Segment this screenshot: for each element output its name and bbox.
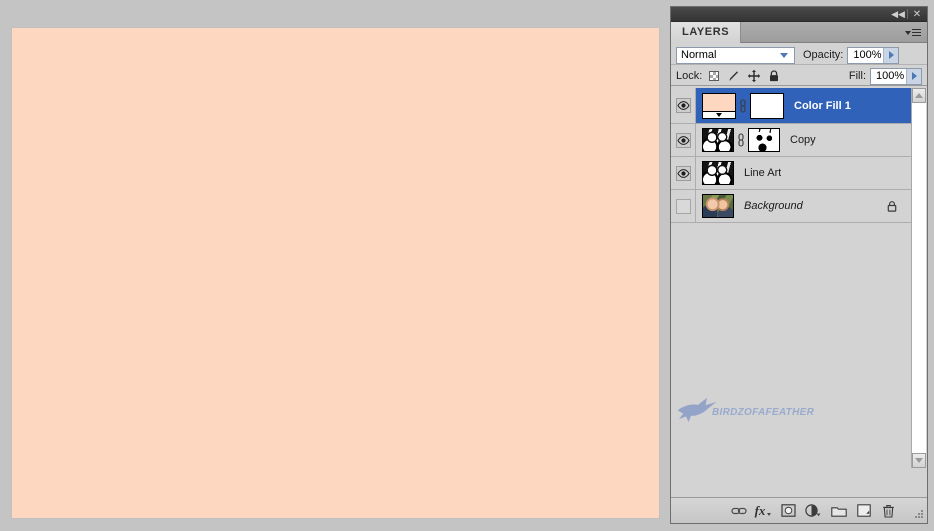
- blend-mode-value: Normal: [681, 48, 717, 61]
- panel-titlebar: ◀◀ ✕: [671, 7, 927, 22]
- layer-thumbnail-image[interactable]: [702, 194, 734, 218]
- folder-icon: [830, 506, 847, 517]
- new-group-button[interactable]: [826, 500, 851, 522]
- new-layer-button[interactable]: [851, 500, 876, 522]
- tab-layers[interactable]: LAYERS: [671, 22, 742, 43]
- close-icon[interactable]: ✕: [910, 8, 924, 21]
- new-adjustment-layer-button[interactable]: [801, 500, 826, 522]
- layer-list[interactable]: Color Fill 1 Copy Line Art Background BI…: [671, 88, 912, 468]
- layer-visibility-toggle[interactable]: [671, 190, 696, 222]
- collapse-to-icons-button[interactable]: ◀◀: [891, 8, 905, 21]
- half-circle-icon: [805, 504, 821, 517]
- opacity-input[interactable]: 100%: [847, 46, 900, 64]
- layer-thumbnails: [696, 92, 784, 119]
- layer-name: Copy: [790, 134, 816, 146]
- resize-grip[interactable]: [914, 510, 924, 520]
- scroll-up-arrow-icon[interactable]: [912, 88, 926, 103]
- opacity-label: Opacity:: [803, 49, 844, 61]
- layers-panel: ◀◀ ✕ LAYERS Normal Opacity: 100% Lock: F…: [670, 6, 928, 524]
- opacity-slider-arrow-icon[interactable]: [883, 47, 899, 63]
- layer-mask-thumbnail[interactable]: [748, 128, 780, 152]
- table-row[interactable]: Color Fill 1: [671, 88, 912, 124]
- eye-icon: [675, 132, 691, 148]
- lock-image-pixels-icon[interactable]: [725, 68, 742, 84]
- layer-visibility-toggle[interactable]: [671, 157, 696, 189]
- eye-icon-off: [675, 198, 691, 214]
- trash-icon: [883, 504, 894, 518]
- document-canvas[interactable]: [12, 28, 659, 518]
- watermark-text: BIRDZOFAFEATHER: [712, 406, 815, 418]
- add-layer-mask-button[interactable]: [776, 500, 801, 522]
- delete-layer-button[interactable]: [876, 500, 901, 522]
- bird-logo-icon: [673, 394, 723, 431]
- panel-tab-strip: LAYERS: [671, 22, 927, 43]
- new-layer-icon: [856, 504, 871, 517]
- fill-label: Fill:: [848, 70, 866, 82]
- layer-list-scrollbar[interactable]: [911, 88, 926, 468]
- application-root: ◀◀ ✕ LAYERS Normal Opacity: 100% Lock: F…: [0, 0, 934, 531]
- lock-position-icon[interactable]: [745, 68, 762, 84]
- panel-menu-icon[interactable]: [905, 26, 923, 39]
- layer-visibility-toggle[interactable]: [671, 88, 696, 123]
- table-row[interactable]: Copy: [671, 124, 912, 157]
- eye-icon: [675, 98, 691, 113]
- blend-mode-row: Normal Opacity: 100%: [671, 43, 927, 65]
- add-layer-style-button[interactable]: fx: [751, 500, 776, 522]
- scroll-down-arrow-icon[interactable]: [912, 453, 926, 468]
- fill-slider-arrow-icon[interactable]: [906, 68, 921, 84]
- lock-label: Lock:: [676, 70, 703, 82]
- layer-name: Background: [744, 200, 803, 212]
- fill-input[interactable]: 100%: [870, 67, 922, 85]
- watermark: BIRDZOFAFEATHER: [677, 396, 814, 428]
- hamburger-icon: [912, 28, 921, 37]
- fill-group: Fill: 100%: [841, 67, 922, 85]
- layer-name: Line Art: [744, 167, 782, 179]
- fill-value: 100%: [876, 70, 905, 82]
- link-mask-icon[interactable]: [736, 93, 750, 119]
- layer-name: Color Fill 1: [794, 99, 851, 112]
- lock-row: Lock: Fill: 100%: [671, 65, 927, 86]
- table-row[interactable]: Line Art: [671, 157, 912, 190]
- layers-panel-footer: fx: [671, 497, 927, 523]
- layer-mask-thumbnail[interactable]: [750, 92, 784, 119]
- link-mask-icon[interactable]: [734, 127, 748, 153]
- table-row[interactable]: Background: [671, 190, 912, 223]
- layer-thumbnails: [696, 161, 734, 185]
- layer-thumbnail-image[interactable]: [702, 161, 734, 185]
- layer-thumbnails: [696, 194, 734, 218]
- layer-visibility-toggle[interactable]: [671, 124, 696, 156]
- titlebar-divider: [907, 9, 908, 19]
- eye-icon: [675, 165, 691, 181]
- blend-mode-select[interactable]: Normal: [676, 46, 795, 64]
- chevron-down-icon[interactable]: [776, 49, 792, 62]
- opacity-value: 100%: [853, 49, 882, 61]
- lock-all-icon[interactable]: [765, 68, 782, 84]
- layer-thumbnail-image[interactable]: [702, 128, 734, 152]
- chevron-down-icon: [905, 30, 911, 35]
- fx-icon: fx: [754, 502, 766, 518]
- link-layers-button[interactable]: [726, 500, 751, 522]
- layer-thumbnails: [696, 127, 780, 153]
- lock-transparent-pixels-icon[interactable]: [705, 68, 722, 84]
- layer-thumbnail-solid-fill[interactable]: [702, 92, 736, 119]
- layer-mask-icon: [781, 504, 796, 517]
- layer-locked-icon: [886, 199, 898, 213]
- chain-link-icon: [730, 507, 747, 514]
